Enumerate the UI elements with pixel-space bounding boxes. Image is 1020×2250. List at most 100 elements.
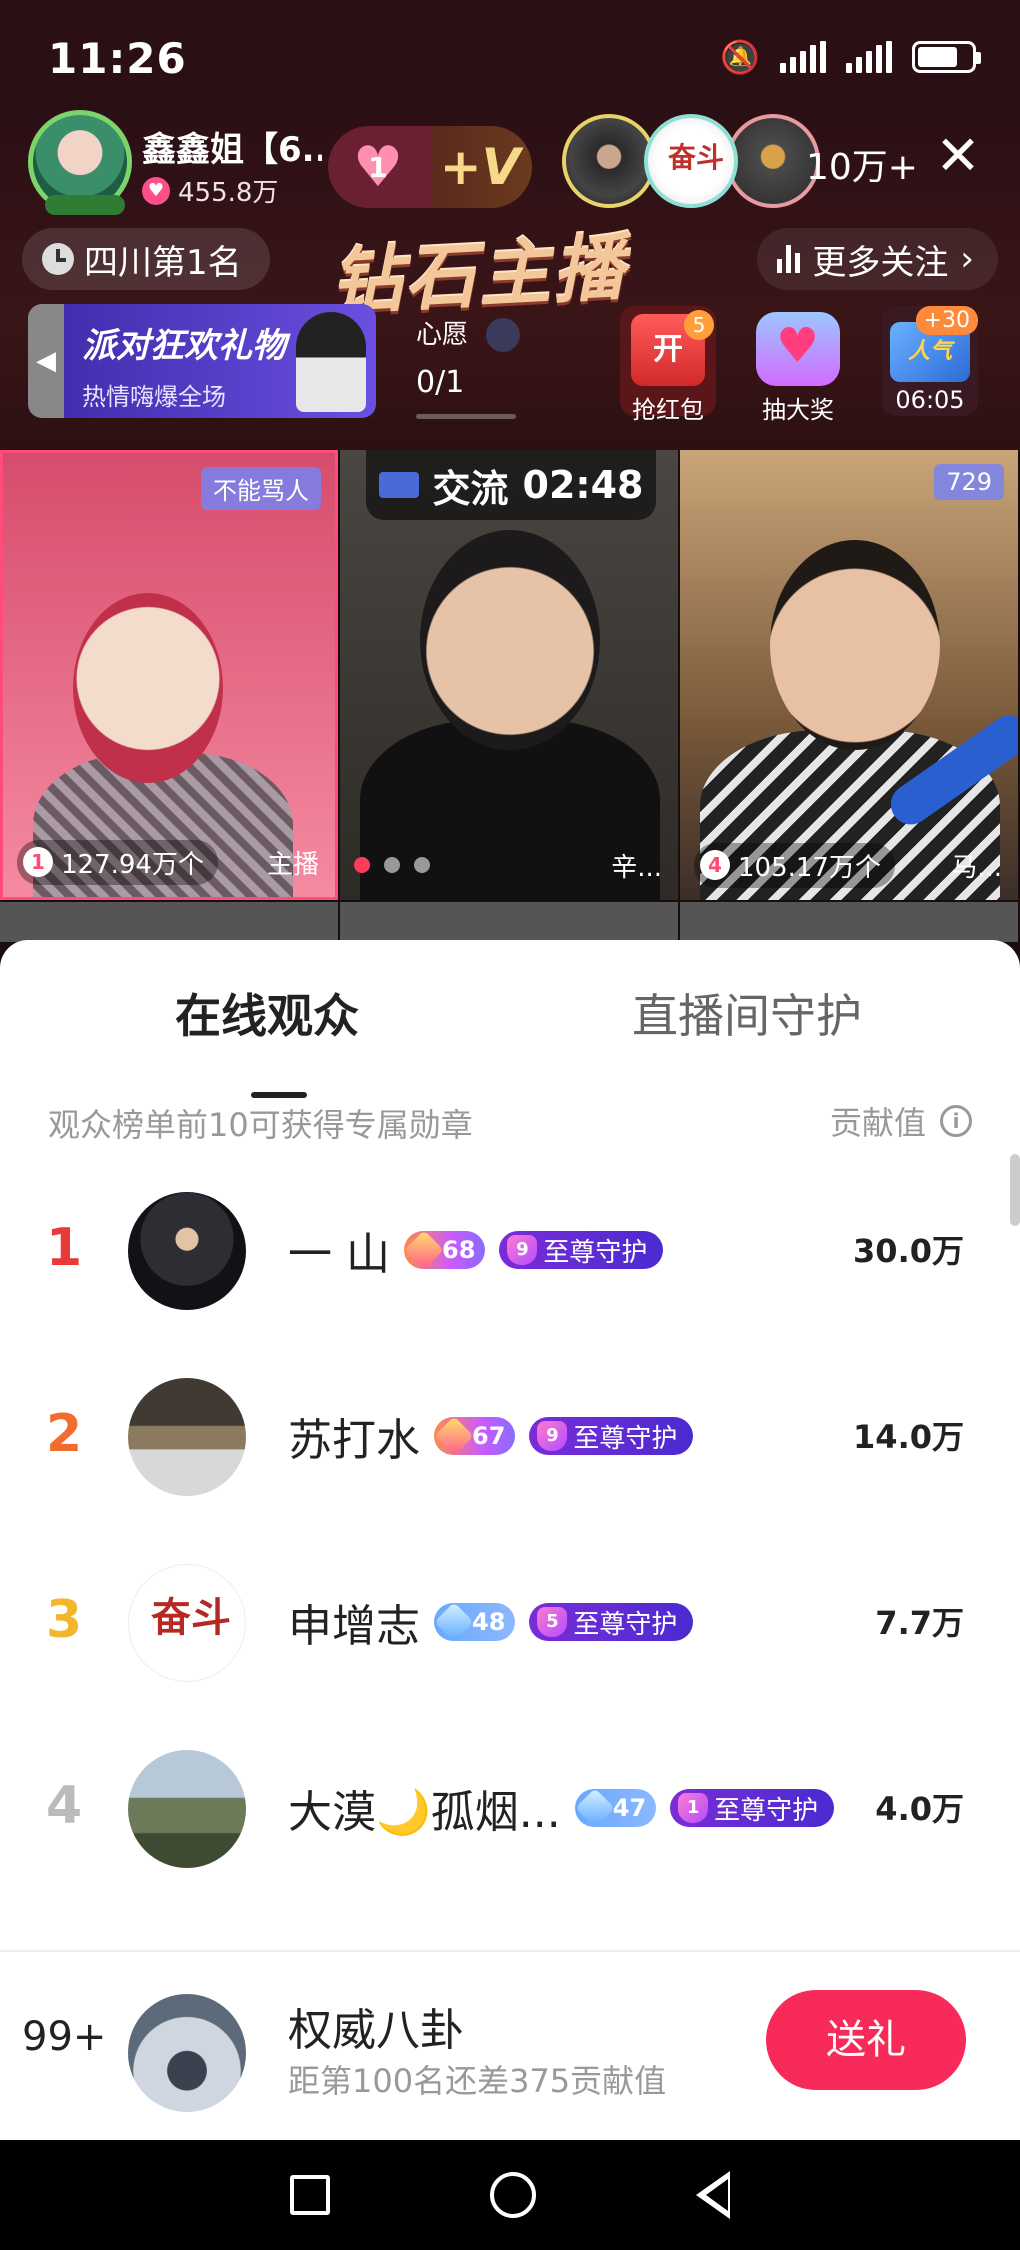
audience-row[interactable]: 1 一 山 68 9 至尊守护 30.0万 [0,1160,1020,1346]
avatar[interactable] [128,1564,246,1682]
level-value: 68 [442,1236,476,1264]
tab-online-audience[interactable]: 在线观众 [175,980,359,1046]
level-badge: 48 [434,1602,516,1642]
party-subtitle: 热情嗨爆全场 [82,383,226,411]
signal-icon-2 [846,41,892,73]
guest-grid: 不能骂人 1 127.94万个 主播 辛... 729 4 105.17万个 马… [0,450,1020,942]
guest-cell-partial [680,902,1018,942]
guest-cell-partial [340,902,678,942]
red-packet-button[interactable]: 开 5 抢红包 [620,306,716,424]
guard-badge: 9 至尊守护 [529,1417,694,1455]
status-time: 11:26 [48,34,187,83]
party-banner-figure [296,312,366,412]
rank-number: 4 [46,1776,83,1836]
follow-v-label: +V [439,138,521,196]
audience-row[interactable]: 3 申增志 48 5至尊守护 7.7万 [0,1532,1020,1718]
host-avatar[interactable] [28,110,132,215]
recents-icon[interactable] [290,2175,330,2215]
info-icon[interactable]: i [940,1105,972,1137]
guest-footer: 辛... [340,830,678,900]
gem-icon [574,1788,615,1828]
send-gift-button[interactable]: 送礼 [766,1990,966,2090]
level-value: 48 [472,1608,506,1636]
level-badge: 47 [574,1788,657,1828]
home-icon[interactable] [490,2172,536,2218]
status-bar: 11:26 🔕 [0,0,1020,110]
guest-face [770,540,940,750]
shield-icon: 1 [678,1793,709,1823]
host-likes-value: 455.8万 [178,178,279,208]
guest-cell[interactable]: 729 4 105.17万个 马... [680,450,1018,900]
host-avatar-badge [45,195,125,215]
host-name[interactable]: 鑫鑫姐【6... [142,122,322,171]
avatar[interactable] [128,1192,246,1310]
name-row: 苏打水 67 9 至尊守护 [288,1404,694,1468]
status-icons: 🔕 [720,38,981,76]
chevron-left-icon[interactable]: ◀ [28,304,64,418]
city-rank[interactable]: 四川第1名 [22,228,270,290]
audience-row[interactable]: 2 苏打水 67 9 至尊守护 14.0万 [0,1346,1020,1532]
viewer-avatar[interactable] [644,114,738,208]
shield-icon: 5 [537,1607,568,1637]
party-gift-banner[interactable]: ◀ 派对狂欢礼物 热情嗨爆全场 [28,304,376,418]
contribution-score: 14.0万 [853,1418,964,1456]
back-icon[interactable] [696,2171,730,2219]
contribution-score: 7.7万 [875,1604,964,1642]
level-badge: 67 [434,1416,516,1456]
clock-icon [42,243,74,275]
name-row: 一 山 68 9 至尊守护 [288,1218,664,1282]
level-value: 67 [472,1422,506,1450]
wish-value: 0/1 [416,365,465,400]
guest-name: 辛... [611,852,662,883]
party-title: 派对狂欢礼物 [82,326,286,366]
guest-cell-partial [0,902,338,942]
avatar[interactable] [128,1378,246,1496]
viewer-avatar[interactable] [562,114,656,208]
live-header: 鑫鑫姐【6... ♥ 455.8万 ♥1 +V 10万+ ✕ 四川第1名 钻石主… [0,110,1020,450]
lottery-button[interactable]: 抽大奖 [750,306,846,424]
guard-label: 至尊守护 [573,1423,678,1454]
avatar[interactable] [128,1750,246,1868]
gift-rank-badge: 4 [700,850,730,880]
username: 苏打水 [288,1415,420,1466]
red-packet-badge: 5 [684,310,714,340]
popularity-timer: 06:05 [895,386,965,414]
level-badge: 68 [404,1230,486,1270]
wish-widget[interactable]: 心愿 0/1 [416,314,526,419]
sheet-tabs: 在线观众 直播间守护 [0,980,1020,1098]
popularity-button[interactable]: 人气 +30 06:05 [882,306,978,416]
level-value: 47 [612,1794,647,1822]
guest-footer: 1 127.94万个 主播 [3,827,335,897]
timer-value: 02:48 [522,463,644,507]
ranking-hint: 观众榜单前10可获得专属勋章 [48,1106,473,1144]
audience-sheet: 在线观众 直播间守护 观众榜单前10可获得专属勋章 贡献值 i 1 一 山 68… [0,940,1020,2140]
audience-row[interactable]: 4 大漠🌙孤烟... 47 1 至尊守护 4.0万 [0,1718,1020,1904]
system-nav-bar [0,2140,1020,2250]
heart-icon: ♥ [142,176,170,205]
mute-icon: 🔕 [720,38,760,76]
battery-fill [918,47,957,67]
shield-icon: 9 [537,1421,568,1451]
tab-room-guardians[interactable]: 直播间守护 [632,980,862,1046]
host-likes: ♥ 455.8万 [142,172,278,209]
my-username: 权威八卦 [288,2005,464,2056]
guest-cell-host[interactable]: 不能骂人 1 127.94万个 主播 [0,450,338,900]
wish-gift-icon [486,318,520,352]
viewer-count[interactable]: 10万+ [806,138,918,190]
guest-face [73,593,223,783]
guard-badge: 1 至尊守护 [670,1789,835,1827]
top-viewers[interactable] [562,114,820,208]
gem-icon [434,1602,474,1642]
guest-role: 主播 [266,849,319,880]
contribution-header[interactable]: 贡献值 i [830,1098,972,1144]
tab-indicator [251,1092,307,1098]
close-icon[interactable]: ✕ [930,128,986,184]
follow-button[interactable]: ♥ 1 +V [328,126,532,208]
rank-number: 3 [46,1590,83,1650]
my-avatar[interactable] [128,1994,246,2112]
guard-badge: 5 至尊守护 [529,1603,694,1641]
timer-icon [378,472,419,498]
guest-footer: 4 105.17万个 马... [680,830,1018,900]
more-follow-button[interactable]: 更多关注 › [757,228,998,290]
guard-label: 至尊守护 [543,1237,648,1268]
